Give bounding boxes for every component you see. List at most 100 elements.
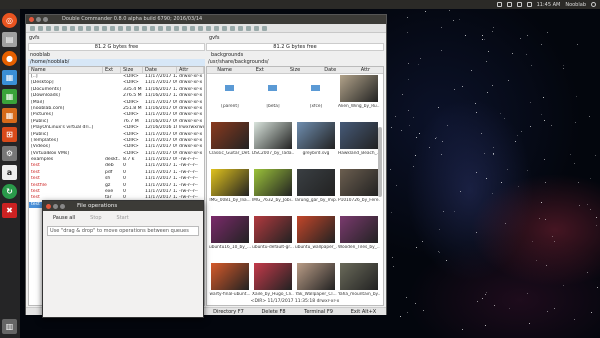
toolbar-button-icon[interactable] bbox=[214, 26, 219, 31]
software-center-icon[interactable]: ⊞ bbox=[2, 127, 17, 142]
thumbnail-item[interactable]: greybird.svg bbox=[295, 122, 337, 159]
function-key-button[interactable]: Delete F8 bbox=[251, 308, 296, 315]
thumbnail-item[interactable]: larung_gar_by_mip... bbox=[295, 169, 337, 206]
right-file-panel[interactable]: Name Ext Size Date Attr [parent] [beta] [xfce]… bbox=[206, 66, 384, 306]
left-drive-button[interactable]: gvfs bbox=[29, 35, 40, 41]
toolbar-button-icon[interactable] bbox=[110, 26, 115, 31]
toolbar-button-icon[interactable] bbox=[142, 26, 147, 31]
keyboard-icon[interactable] bbox=[506, 2, 512, 7]
window-titlebar[interactable]: Double Commander 0.8.0 alpha build 6790;… bbox=[26, 15, 386, 24]
right-column-header[interactable]: Attr bbox=[348, 67, 383, 73]
toolbar-button-icon[interactable] bbox=[70, 26, 75, 31]
toolbar-button-icon[interactable] bbox=[102, 26, 107, 31]
toolbar-button-icon[interactable] bbox=[46, 26, 51, 31]
amazon-icon[interactable]: a bbox=[2, 165, 17, 180]
minimize-icon[interactable] bbox=[36, 17, 41, 22]
settings-icon[interactable]: ⚙ bbox=[2, 146, 17, 161]
right-scrollbar[interactable] bbox=[378, 127, 382, 197]
function-key-button[interactable]: Terminal F9 bbox=[296, 308, 341, 315]
toolbar-button-icon[interactable] bbox=[206, 26, 211, 31]
toolbar-button-icon[interactable] bbox=[118, 26, 123, 31]
dialog-minimize-icon[interactable] bbox=[53, 204, 58, 209]
thumbnail-item[interactable]: Alien_Wing_by_Ru... bbox=[338, 75, 380, 112]
right-tab[interactable]: backgrounds bbox=[211, 52, 243, 59]
thumbnail-item[interactable]: Wooden_Tiles_by_... bbox=[338, 216, 380, 253]
thumbnail-item[interactable]: [xfce] bbox=[295, 75, 337, 112]
toolbar-button-icon[interactable] bbox=[254, 26, 259, 31]
thumbnail-item[interactable]: ubuntu_wallpaper_... bbox=[295, 216, 337, 253]
right-column-header[interactable]: Size bbox=[277, 67, 312, 73]
thumbnail-item[interactable]: warty-final-ubunt... bbox=[209, 263, 251, 300]
function-key-button[interactable]: Exit Alt+X bbox=[341, 308, 386, 315]
toolbar-button-icon[interactable] bbox=[86, 26, 91, 31]
left-path[interactable]: /home/nooblab/ bbox=[28, 59, 205, 66]
left-column-header[interactable]: Date bbox=[143, 67, 177, 73]
thumbnail-item[interactable]: Xaile_by_Hugo_Cli... bbox=[252, 263, 294, 300]
close-icon[interactable] bbox=[29, 17, 34, 22]
impress-icon[interactable]: ▦ bbox=[2, 108, 17, 123]
double-commander-icon[interactable]: ✖ bbox=[2, 203, 17, 218]
thumbnail-item[interactable]: ubuntu-default-gr... bbox=[252, 216, 294, 253]
right-column-header[interactable]: Ext bbox=[242, 67, 277, 73]
thumbnail-item[interactable]: Hawkland_Beach_... bbox=[338, 122, 380, 159]
toolbar-button-icon[interactable] bbox=[246, 26, 251, 31]
toolbar-button-icon[interactable] bbox=[222, 26, 227, 31]
calc-icon[interactable]: ▦ bbox=[2, 89, 17, 104]
start-button[interactable]: Start bbox=[111, 214, 135, 222]
firefox-icon[interactable]: ● bbox=[2, 51, 17, 66]
toolbar-button-icon[interactable] bbox=[158, 26, 163, 31]
thumbnail-item[interactable]: P1010726_by_Fere... bbox=[338, 169, 380, 206]
left-column-header[interactable]: Size bbox=[121, 67, 143, 73]
left-column-header[interactable]: Name bbox=[29, 67, 103, 73]
files-icon[interactable]: ▤ bbox=[2, 32, 17, 47]
volume-icon[interactable] bbox=[526, 2, 532, 7]
clock[interactable]: 11:45 AM bbox=[537, 2, 561, 8]
toolbar-button-icon[interactable] bbox=[182, 26, 187, 31]
dialog-close-icon[interactable] bbox=[46, 204, 51, 209]
toolbar-button-icon[interactable] bbox=[262, 26, 267, 31]
updater-icon[interactable]: ↻ bbox=[2, 184, 17, 199]
right-path[interactable]: /usr/share/backgrounds/ bbox=[206, 59, 384, 66]
right-column-header[interactable]: Date bbox=[313, 67, 348, 73]
right-drive-button[interactable]: gvfs bbox=[209, 35, 220, 41]
user-menu[interactable]: Nooblab bbox=[565, 2, 586, 8]
toolbar-button-icon[interactable] bbox=[54, 26, 59, 31]
function-key-button[interactable]: Directory F7 bbox=[206, 308, 251, 315]
toolbar-button-icon[interactable] bbox=[174, 26, 179, 31]
dialog-titlebar[interactable]: File operations bbox=[43, 201, 203, 211]
network-icon[interactable] bbox=[496, 2, 502, 7]
thumbnail-item[interactable]: Classic_Guitar_Det... bbox=[209, 122, 251, 159]
right-column-header[interactable]: Name bbox=[207, 67, 242, 73]
thumbnail-item[interactable]: DSC2007_by_Tada... bbox=[252, 122, 294, 159]
toolbar-button-icon[interactable] bbox=[230, 26, 235, 31]
left-column-header[interactable]: Attr bbox=[177, 67, 204, 73]
thumbnail-item[interactable]: [parent] bbox=[209, 75, 251, 112]
toolbar-button-icon[interactable] bbox=[150, 26, 155, 31]
toolbar-button-icon[interactable] bbox=[38, 26, 43, 31]
dash-icon[interactable]: ◎ bbox=[2, 13, 17, 28]
toolbar-button-icon[interactable] bbox=[94, 26, 99, 31]
toolbar-button-icon[interactable] bbox=[238, 26, 243, 31]
dialog-maximize-icon[interactable] bbox=[60, 204, 65, 209]
toolbar-button-icon[interactable] bbox=[30, 26, 35, 31]
battery-icon[interactable] bbox=[516, 2, 522, 7]
toolbar-button-icon[interactable] bbox=[190, 26, 195, 31]
left-tab[interactable]: nooblab bbox=[30, 52, 50, 59]
thumbnail-item[interactable]: IMG_7632_by_Jobi... bbox=[252, 169, 294, 206]
toolbar-button-icon[interactable] bbox=[198, 26, 203, 31]
toolbar-button-icon[interactable] bbox=[62, 26, 67, 31]
thumbnail-item[interactable]: Yaha_mountain_by... bbox=[338, 263, 380, 300]
left-column-header[interactable]: Ext bbox=[103, 67, 121, 73]
trash-icon[interactable]: ▥ bbox=[2, 319, 17, 334]
thumbnail-item[interactable]: IMG_0081_by_Ilia... bbox=[209, 169, 251, 206]
thumbnail-item[interactable]: Yak_Wallpaper_Cl... bbox=[295, 263, 337, 300]
maximize-icon[interactable] bbox=[43, 17, 48, 22]
power-icon[interactable] bbox=[591, 2, 596, 7]
toolbar-button-icon[interactable] bbox=[166, 26, 171, 31]
stop-button[interactable]: Stop bbox=[84, 214, 107, 222]
pause-all-button[interactable]: Pause all bbox=[47, 214, 81, 222]
thumbnail-item[interactable]: [beta] bbox=[252, 75, 294, 112]
toolbar-button-icon[interactable] bbox=[78, 26, 83, 31]
toolbar-button-icon[interactable] bbox=[126, 26, 131, 31]
writer-icon[interactable]: ▦ bbox=[2, 70, 17, 85]
